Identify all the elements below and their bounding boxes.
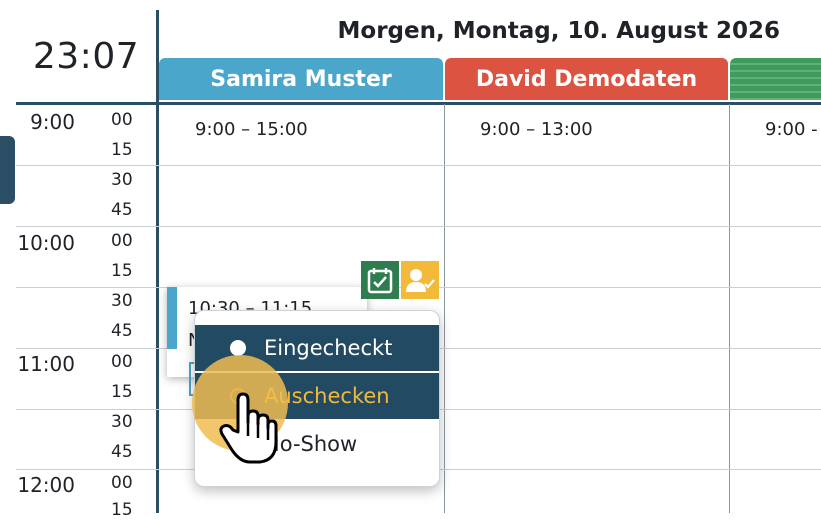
minute-label: 15 <box>111 500 151 520</box>
availability-third: 9:00 - <box>765 119 818 140</box>
hour-label: 12:00 <box>15 473 75 497</box>
current-time: 23:07 <box>16 10 156 103</box>
minute-label: 30 <box>111 170 151 190</box>
calendar-check-icon[interactable] <box>361 261 399 299</box>
hour-label: 10:00 <box>15 231 75 255</box>
hour-label: 11:00 <box>15 352 75 376</box>
column-header-david[interactable]: David Demodaten <box>445 58 728 100</box>
column-header-label: Samira Muster <box>210 67 391 92</box>
column-header-samira[interactable]: Samira Muster <box>159 58 443 100</box>
minute-label: 30 <box>111 291 151 311</box>
availability-samira: 9:00 – 15:00 <box>195 119 308 140</box>
column-header-third[interactable]: A <box>730 58 821 100</box>
person-check-icon[interactable] <box>401 261 439 299</box>
minute-label: 45 <box>111 200 151 220</box>
availability-david: 9:00 – 13:00 <box>480 119 593 140</box>
minute-label: 45 <box>111 442 151 462</box>
minute-label: 45 <box>111 321 151 341</box>
header-divider <box>16 102 821 105</box>
minute-label: 00 <box>111 352 151 372</box>
minute-label: 15 <box>111 140 151 160</box>
grid-line <box>16 226 821 227</box>
hour-label: 9:00 <box>15 110 75 134</box>
minute-label: 00 <box>111 231 151 251</box>
minute-label: 00 <box>111 473 151 493</box>
sidebar-toggle-tab[interactable] <box>0 136 15 204</box>
minute-label: 15 <box>111 261 151 281</box>
hand-pointer-icon <box>218 392 278 468</box>
grid-line <box>16 165 821 166</box>
radio-selected-icon <box>230 340 246 356</box>
minute-label: 15 <box>111 382 151 402</box>
date-header: Morgen, Montag, 10. August 2026 <box>160 18 780 44</box>
minute-label: 00 <box>111 110 151 130</box>
minute-label: 30 <box>111 412 151 432</box>
column-header-label: David Demodaten <box>476 67 697 92</box>
menu-item-label: Eingecheckt <box>264 336 392 360</box>
appointment-color-bar <box>167 287 177 349</box>
